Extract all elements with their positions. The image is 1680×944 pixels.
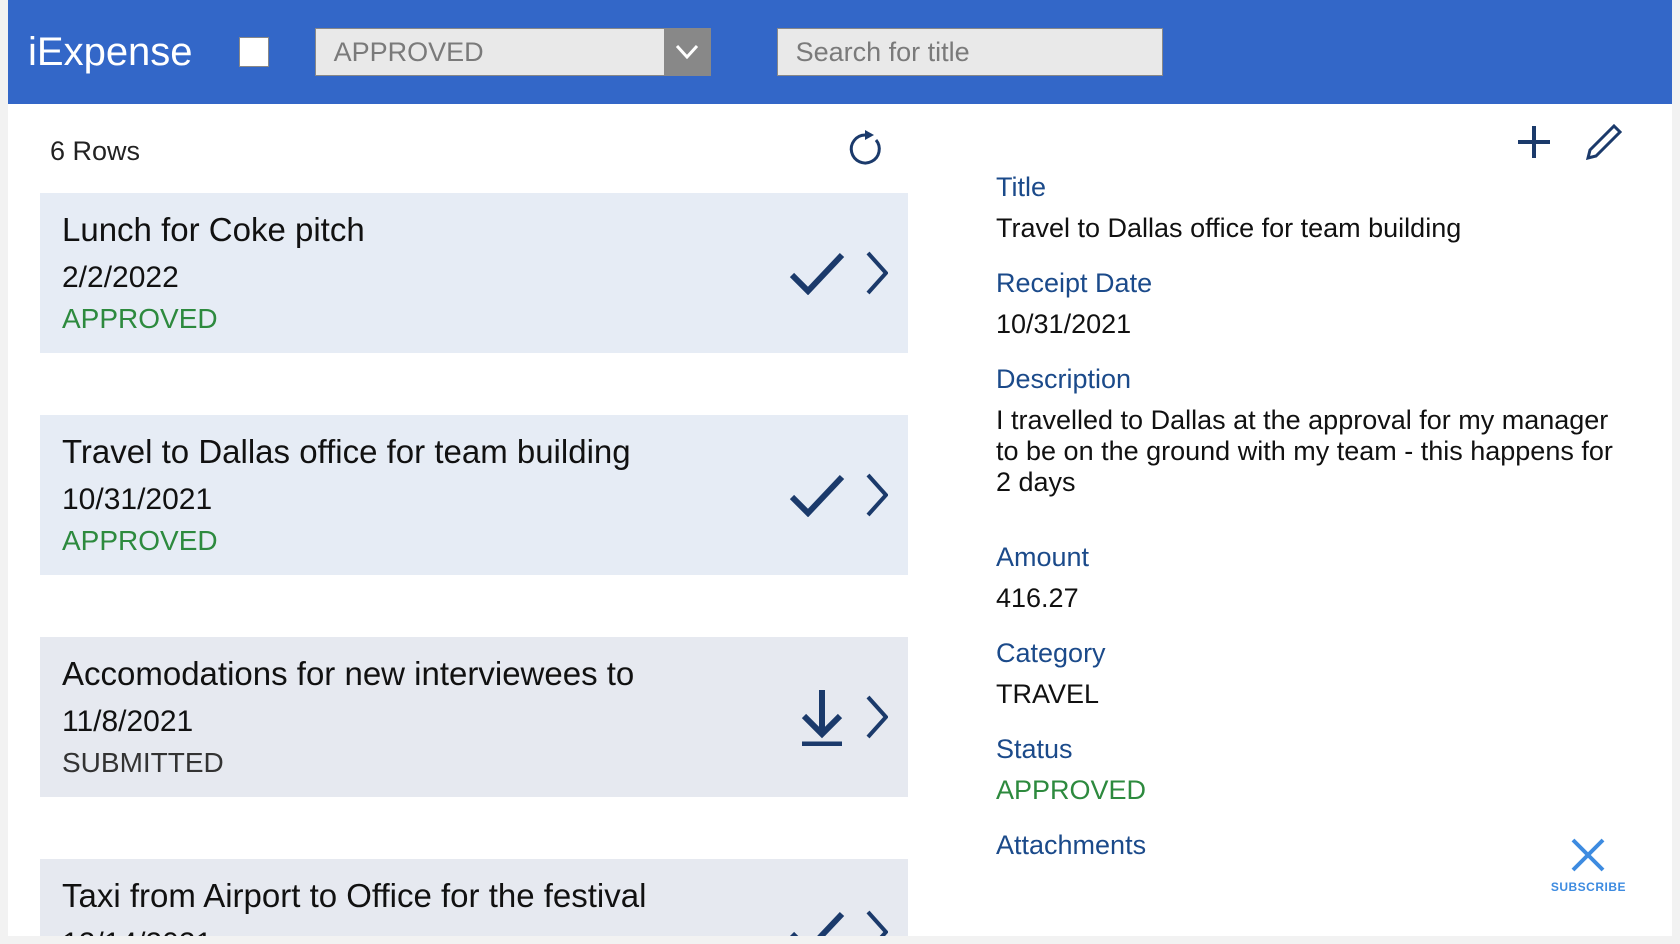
field-label-receipt-date: Receipt Date (996, 268, 1632, 299)
expense-list-panel: 6 Rows Lunch for Coke pitch 2/2/2022 APP… (8, 104, 916, 936)
row-count: 6 Rows (50, 136, 140, 167)
chevron-down-icon (676, 45, 698, 59)
chevron-right-icon[interactable] (866, 473, 888, 517)
expense-detail-panel: Title Travel to Dallas office for team b… (916, 104, 1672, 936)
card-title: Taxi from Airport to Office for the fest… (62, 877, 886, 915)
search-input[interactable] (777, 28, 1163, 76)
field-value-description: I travelled to Dallas at the approval fo… (996, 405, 1632, 498)
field-value-status: APPROVED (996, 775, 1632, 806)
card-status: APPROVED (62, 303, 886, 335)
filter-checkbox[interactable] (239, 37, 269, 67)
field-label-description: Description (996, 364, 1632, 395)
field-label-amount: Amount (996, 542, 1632, 573)
check-icon (788, 473, 846, 517)
edit-button[interactable] (1586, 124, 1622, 160)
app-title: iExpense (28, 30, 193, 75)
check-icon (788, 910, 846, 936)
field-label-category: Category (996, 638, 1632, 669)
dropdown-toggle[interactable] (664, 29, 710, 75)
card-title: Lunch for Coke pitch (62, 211, 886, 249)
field-label-title: Title (996, 172, 1632, 203)
expense-card[interactable]: Taxi from Airport to Office for the fest… (40, 859, 908, 936)
check-icon (788, 251, 846, 295)
field-value-title: Travel to Dallas office for team buildin… (996, 213, 1632, 244)
dropdown-selected: APPROVED (316, 37, 664, 68)
chevron-right-icon[interactable] (866, 251, 888, 295)
card-date: 12/14/2021 (62, 927, 886, 936)
top-bar: iExpense APPROVED (8, 0, 1672, 104)
chevron-right-icon[interactable] (866, 910, 888, 936)
add-button[interactable] (1514, 122, 1554, 162)
field-value-receipt-date: 10/31/2021 (996, 309, 1632, 340)
card-status: SUBMITTED (62, 747, 886, 779)
refresh-button[interactable] (846, 130, 884, 173)
card-status: APPROVED (62, 525, 886, 557)
card-title: Travel to Dallas office for team buildin… (62, 433, 886, 471)
refresh-icon (846, 130, 884, 168)
card-date: 10/31/2021 (62, 483, 886, 517)
expense-card[interactable]: Lunch for Coke pitch 2/2/2022 APPROVED (40, 193, 908, 353)
card-date: 2/2/2022 (62, 261, 886, 295)
chevron-right-icon[interactable] (866, 695, 888, 739)
field-value-amount: 416.27 (996, 583, 1632, 614)
field-value-category: TRAVEL (996, 679, 1632, 710)
expense-card[interactable]: Travel to Dallas office for team buildin… (40, 415, 908, 575)
card-title: Accomodations for new interviewees to (62, 655, 886, 693)
field-label-attachments: Attachments (996, 830, 1632, 861)
card-date: 11/8/2021 (62, 705, 886, 739)
field-label-status: Status (996, 734, 1632, 765)
status-filter-dropdown[interactable]: APPROVED (315, 28, 711, 76)
download-icon (798, 688, 846, 746)
expense-card[interactable]: Accomodations for new interviewees to 11… (40, 637, 908, 797)
